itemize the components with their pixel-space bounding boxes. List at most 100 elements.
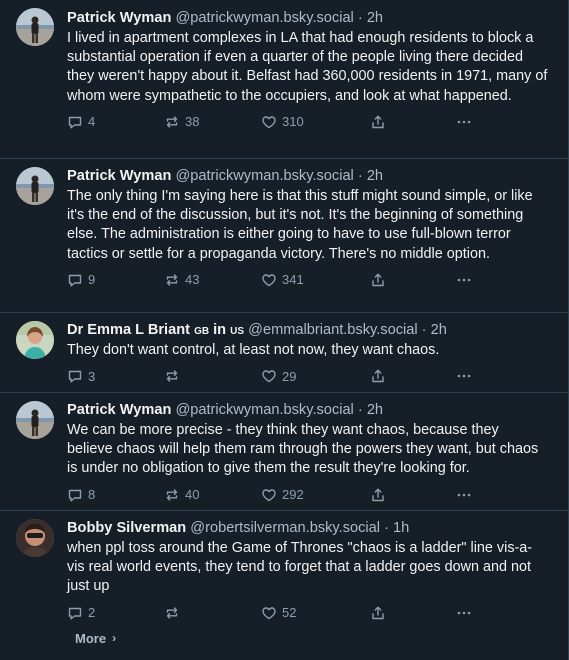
reply-icon (68, 116, 82, 129)
more-icon (457, 374, 471, 378)
repost-icon (166, 274, 178, 286)
repost-button[interactable]: 40 (164, 487, 261, 503)
flag-gb: GB (194, 326, 210, 337)
separator: · (384, 520, 389, 536)
repost-icon (166, 116, 178, 128)
post-time[interactable]: 2h (367, 402, 383, 418)
share-button[interactable] (370, 487, 456, 503)
reply-count: 9 (88, 272, 96, 288)
post-time[interactable]: 1h (393, 520, 409, 536)
separator: · (421, 322, 427, 338)
post-time[interactable]: 2h (431, 322, 447, 338)
author-handle[interactable]: @patrickwyman.bsky.social (175, 10, 353, 26)
like-count: 52 (282, 605, 297, 621)
like-button[interactable]: 29 (261, 368, 370, 384)
share-button[interactable] (370, 605, 456, 621)
post-actions: 9 43 341 (67, 264, 556, 296)
more-options-button[interactable] (456, 272, 486, 288)
post-header: Patrick Wyman @patrickwyman.bsky.social … (67, 9, 556, 27)
post-actions: 8 40 292 (67, 479, 556, 511)
post-text: They don't want control, at least not no… (67, 342, 440, 358)
reply-icon (68, 371, 82, 383)
post[interactable]: Patrick Wyman @patrickwyman.bsky.social … (0, 0, 568, 159)
more-icon (457, 278, 471, 282)
post-text: I lived in apartment complexes in LA tha… (67, 30, 548, 104)
more-options-button[interactable] (456, 114, 486, 130)
like-button[interactable]: 52 (261, 605, 370, 621)
post-actions: 3 29 (67, 360, 556, 392)
post-time[interactable]: 2h (367, 10, 383, 26)
author-name[interactable]: Patrick Wyman (67, 168, 171, 184)
share-button[interactable] (370, 114, 456, 130)
repost-count: 38 (185, 114, 200, 130)
avatar-image (16, 401, 54, 439)
share-icon (372, 606, 384, 619)
separator: · (357, 10, 363, 26)
avatar[interactable] (16, 321, 54, 359)
author-name[interactable]: Patrick Wyman (67, 402, 171, 418)
author-name[interactable]: Dr Emma L Briant (67, 322, 190, 338)
post[interactable]: Patrick Wyman @patrickwyman.bsky.social … (0, 159, 568, 313)
like-count: 29 (282, 368, 297, 384)
avatar[interactable] (16, 167, 54, 205)
reply-button[interactable]: 3 (67, 368, 164, 384)
avatar[interactable] (16, 519, 54, 557)
avatar-image (16, 8, 54, 46)
reply-button[interactable]: 4 (67, 114, 164, 130)
post-header: Bobby Silverman @robertsilverman.bsky.so… (67, 519, 556, 537)
like-icon (262, 606, 276, 619)
like-button[interactable]: 341 (261, 272, 370, 288)
avatar-image (16, 519, 54, 557)
like-button[interactable]: 292 (261, 487, 370, 503)
reply-count: 8 (88, 487, 96, 503)
post[interactable]: Bobby Silverman @robertsilverman.bsky.so… (0, 511, 568, 620)
post-text: when ppl toss around the Game of Thrones… (67, 540, 533, 595)
post-actions: 4 38 310 (67, 106, 556, 138)
share-icon (372, 273, 384, 287)
author-handle[interactable]: @patrickwyman.bsky.social (175, 402, 353, 418)
author-handle[interactable]: @emmalbriant.bsky.social (248, 322, 417, 338)
reply-button[interactable]: 8 (67, 487, 164, 503)
reply-button[interactable]: 2 (67, 605, 164, 621)
reply-button[interactable]: 9 (67, 272, 164, 288)
post-text: We can be more precise - they think they… (67, 422, 539, 477)
separator: · (357, 168, 363, 184)
author-handle[interactable]: @patrickwyman.bsky.social (175, 168, 353, 184)
post-actions: 2 52 (67, 597, 556, 629)
more-options-button[interactable] (456, 368, 486, 384)
reply-icon (68, 489, 82, 502)
repost-count: 43 (185, 272, 200, 288)
avatar[interactable] (16, 401, 54, 439)
more-options-button[interactable] (456, 487, 486, 503)
repost-button[interactable]: 43 (164, 272, 261, 288)
more-icon (457, 493, 471, 496)
share-button[interactable] (370, 272, 456, 288)
repost-button[interactable] (164, 368, 261, 384)
share-button[interactable] (370, 368, 456, 384)
repost-button[interactable]: 38 (164, 114, 261, 130)
thread: Patrick Wyman @patrickwyman.bsky.social … (0, 0, 568, 660)
like-button[interactable]: 310 (261, 114, 370, 130)
more-options-button[interactable] (456, 605, 486, 621)
author-name[interactable]: Bobby Silverman (67, 520, 186, 536)
post-header: Dr Emma L Briant GB in US @emmalbriant.b… (67, 321, 556, 339)
reply-count: 2 (88, 605, 96, 621)
more-icon (457, 611, 471, 614)
like-icon (262, 488, 276, 501)
like-icon (262, 370, 276, 383)
reply-count: 4 (88, 114, 96, 130)
post-time[interactable]: 2h (367, 168, 383, 184)
thread-panel: Patrick Wyman @patrickwyman.bsky.social … (0, 0, 569, 660)
author-handle[interactable]: @robertsilverman.bsky.social (190, 520, 380, 536)
author-name[interactable]: Patrick Wyman (67, 10, 171, 26)
post[interactable]: Patrick Wyman @patrickwyman.bsky.social … (0, 393, 568, 511)
post[interactable]: Dr Emma L Briant GB in US @emmalbriant.b… (0, 313, 568, 393)
repost-icon (166, 370, 178, 382)
like-icon (262, 274, 276, 287)
repost-button[interactable] (164, 605, 261, 621)
post-header: Patrick Wyman @patrickwyman.bsky.social … (67, 167, 556, 185)
like-count: 292 (282, 487, 304, 503)
flag-us: US (230, 326, 245, 337)
avatar[interactable] (16, 8, 54, 46)
post-header: Patrick Wyman @patrickwyman.bsky.social … (67, 401, 556, 419)
